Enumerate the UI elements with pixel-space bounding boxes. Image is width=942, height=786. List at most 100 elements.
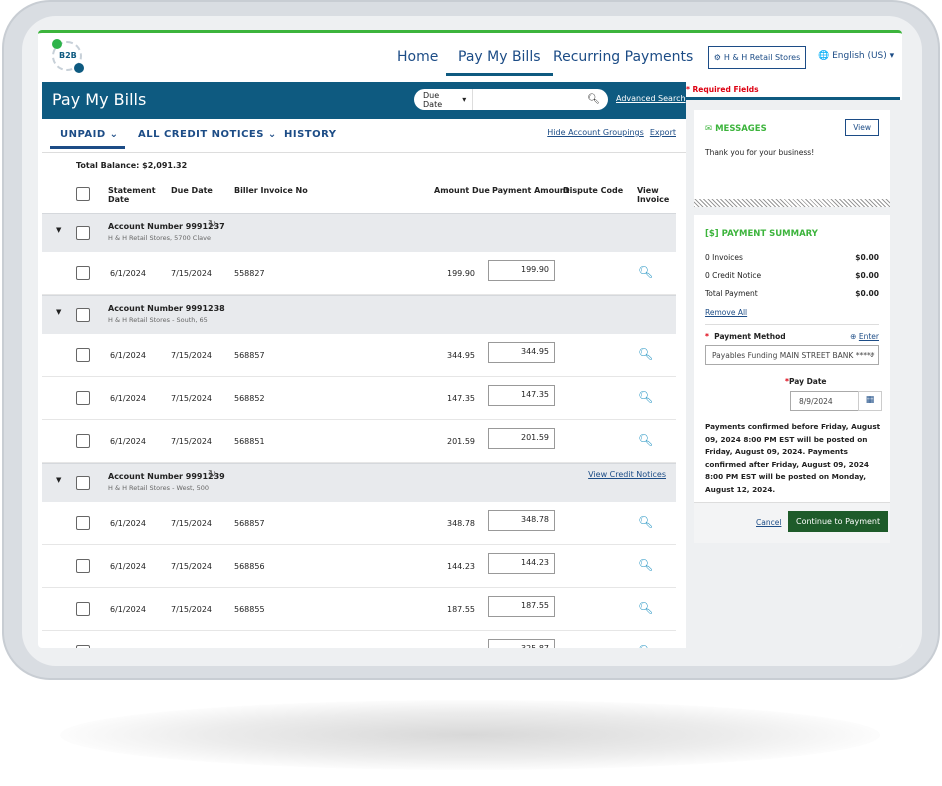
payment-amount-input[interactable]: 325.87 [488,639,555,648]
invoice-checkbox[interactable] [76,266,90,280]
amount-due: 187.55 [447,605,475,614]
invoice-row: 6/1/2024 7/15/2024 568857 344.95 344.95 … [42,334,676,377]
statement-date: 6/1/2024 [110,437,146,446]
search-icon[interactable]: 🔍︎ [587,94,600,105]
nav-pay-my-bills[interactable]: Pay My Bills [446,49,553,76]
tab-history[interactable]: HISTORY [284,129,337,140]
invoice-row: 6/1/2024 7/15/2024 568851 201.59 201.59 … [42,420,676,463]
messages-title: MESSAGES [715,124,767,134]
invoice-checkbox[interactable] [76,391,90,405]
col-due-date: Due Date [171,186,213,195]
view-invoice-icon[interactable]: 🔍︎ [638,390,653,404]
invoice-checkbox[interactable] [76,645,90,648]
pay-date-input[interactable]: 8/9/2024 [790,391,859,411]
view-invoice-icon[interactable]: 🔍︎ [638,515,653,529]
required-fields-note: * Required Fields [686,85,759,94]
total-balance: Total Balance: $2,091.32 [76,161,188,170]
payment-amount-input[interactable]: 147.35 [488,385,555,406]
select-all-checkbox[interactable] [76,187,90,201]
statement-date: 6/1/2024 [110,394,146,403]
account-group-row: ▼ Account Number 9991238 H & H Retail St… [42,295,676,334]
payment-method-select[interactable]: Payables Funding MAIN STREET BANK ***** ⌄ [705,345,879,365]
recurring-payment-icon[interactable]: ↻ [208,469,216,480]
summary-line-value: $0.00 [855,289,879,298]
invoice-number: 558827 [234,269,265,278]
payment-amount-input[interactable]: 187.55 [488,596,555,617]
view-invoice-icon[interactable]: 🔍︎ [638,433,653,447]
group-checkbox[interactable] [76,476,90,490]
view-invoice-icon[interactable]: 🔍︎ [638,644,653,648]
tab-all-credit-notices[interactable]: ALL CREDIT NOTICES ⌄ [138,129,277,140]
invoice-checkbox[interactable] [76,348,90,362]
view-invoice-icon[interactable]: 🔍︎ [638,601,653,615]
language-select[interactable]: 🌐 English (US) ▾ [818,51,894,61]
payment-amount-input[interactable]: 348.78 [488,510,555,531]
amount-due: 344.95 [447,351,475,360]
due-date: 7/15/2024 [171,394,213,403]
col-payment-amount: Payment Amount [492,186,570,195]
collapse-caret-icon[interactable]: ▼ [56,476,61,484]
invoice-checkbox[interactable] [76,434,90,448]
invoice-number: 568856 [234,562,265,571]
statement-date: 6/1/2024 [110,605,146,614]
statement-date: 6/1/2024 [110,519,146,528]
statement-date: 6/1/2024 [110,351,146,360]
search-filter-dropdown[interactable]: Due Date ▾ [414,89,474,110]
invoice-checkbox[interactable] [76,516,90,530]
payment-amount-input[interactable]: 344.95 [488,342,555,363]
collapse-caret-icon[interactable]: ▼ [56,226,61,234]
search-input[interactable] [477,95,588,104]
remove-all-link[interactable]: Remove All [705,308,747,317]
collapse-caret-icon[interactable]: ▼ [56,308,61,316]
due-date: 7/15/2024 [171,437,213,446]
amount-due: 147.35 [447,394,475,403]
enter-payment-method-link[interactable]: ⊕ Enter [850,332,879,341]
payment-amount-input[interactable]: 144.23 [488,553,555,574]
payment-amount-input[interactable]: 201.59 [488,428,555,449]
pay-date-label: *Pay Date [785,377,827,386]
page-title: Pay My Bills [52,90,147,109]
right-panel: ✉ MESSAGES View Thank you for your busin… [686,100,902,648]
col-view-invoice: View Invoice [637,186,670,204]
view-invoice-icon[interactable]: 🔍︎ [638,347,653,361]
col-dispute-code: Dispute Code [563,186,624,195]
tab-unpaid[interactable]: UNPAID ⌄ [50,129,125,149]
col-amount-due: Amount Due [434,186,490,195]
advanced-search-link[interactable]: Advanced Search [616,94,686,103]
recurring-payment-icon[interactable]: ↻ [208,219,216,230]
group-checkbox[interactable] [76,308,90,322]
invoice-number: 568857 [234,351,265,360]
envelope-icon: ✉ [705,124,713,134]
payment-amount-input[interactable]: 199.90 [488,260,555,281]
invoice-row: 6/1/2024 7/15/2024 568857 348.78 348.78 … [42,502,676,545]
invoice-number: 568857 [234,519,265,528]
continue-to-payment-button[interactable]: Continue to Payment [788,511,889,532]
statement-date: 6/1/2024 [110,269,146,278]
invoice-checkbox[interactable] [76,559,90,573]
view-credit-notices-link[interactable]: View Credit Notices [588,470,666,479]
view-invoice-icon[interactable]: 🔍︎ [638,265,653,279]
view-invoice-icon[interactable]: 🔍︎ [638,558,653,572]
nav-recurring-payments[interactable]: Recurring Payments [553,49,693,65]
store-button[interactable]: ⚙ H & H Retail Stores [708,46,806,69]
page-header: Pay My Bills Due Date ▾ 🔍︎ Advanced Sear… [42,82,686,119]
invoice-row: 6/1/2024 7/15/2024 558827 199.90 199.90 … [42,252,676,295]
calendar-icon[interactable]: ▦ [858,391,882,411]
account-address: H & H Retail Stores, 5700 Clave [108,234,211,242]
due-date: 7/15/2024 [171,519,213,528]
invoice-checkbox[interactable] [76,602,90,616]
view-messages-button[interactable]: View [845,119,879,136]
account-address: H & H Retail Stores - South, 65 [108,316,208,324]
invoice-row: 6/1/2024 7/15/2024 568852 147.35 147.35 … [42,377,676,420]
cancel-link[interactable]: Cancel [756,518,781,527]
nav-home[interactable]: Home [397,49,438,65]
table-header: Statement Date Due Date Biller Invoice N… [42,181,676,213]
group-checkbox[interactable] [76,226,90,240]
globe-icon: 🌐 [818,51,830,61]
posting-note: Payments confirmed before Friday, August… [705,422,881,494]
hide-account-groupings-link[interactable]: Hide Account Groupings [547,128,644,137]
export-link[interactable]: Export [650,128,676,137]
resize-handle[interactable] [694,199,890,207]
messages-card: ✉ MESSAGES View Thank you for your busin… [694,110,890,207]
screen: B2B Home Pay My Bills Recurring Payments… [38,30,902,648]
